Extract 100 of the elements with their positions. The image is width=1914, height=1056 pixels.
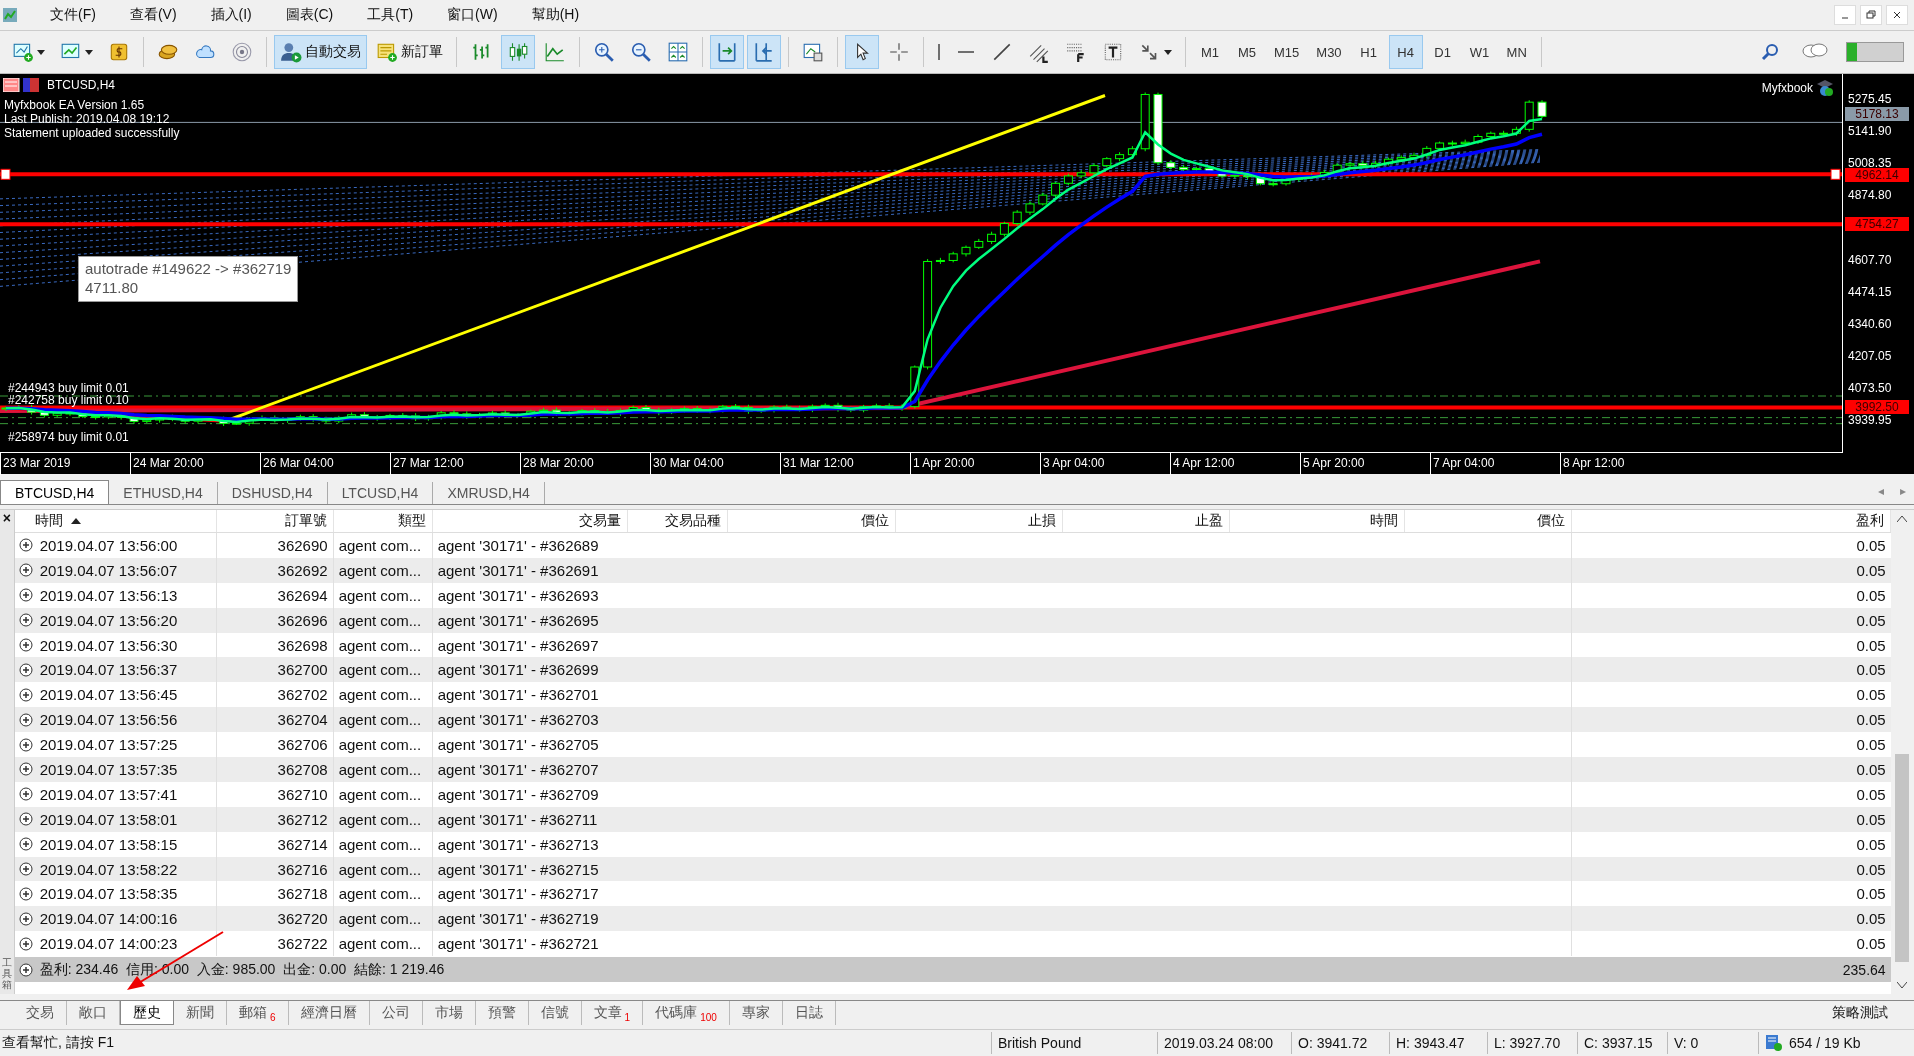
price-level-label: 3992.50 xyxy=(1845,400,1909,415)
network-icon xyxy=(1765,1034,1783,1052)
column-header[interactable]: 時間 xyxy=(1229,510,1405,532)
table-cell: agent com... xyxy=(338,885,422,903)
price-tick-label: 5141.90 xyxy=(1848,124,1892,139)
chart-tab[interactable]: DSHUSD,H4 xyxy=(217,482,328,504)
autoscroll-icon xyxy=(716,41,738,63)
plus-circle-icon[interactable] xyxy=(18,812,33,827)
toolbar-button[interactable]: 自動交易 xyxy=(274,35,367,69)
chart-tab[interactable]: ETHUSD,H4 xyxy=(109,482,218,504)
menu-item[interactable]: 圖表(C) xyxy=(271,6,354,24)
timeframe-button[interactable]: M15 xyxy=(1267,35,1307,69)
table-cell: 2019.04.07 13:58:15 xyxy=(39,835,178,853)
table-cell: 0.05 xyxy=(1856,661,1886,679)
terminal-tab[interactable]: 策略測試 xyxy=(1820,1001,1900,1025)
table-cell: agent '30171' - #362697 xyxy=(437,636,599,654)
terminal-tab[interactable]: 日誌 xyxy=(782,1001,836,1025)
menu-item[interactable]: 工具(T) xyxy=(353,6,434,24)
terminal-tab[interactable]: 預警 xyxy=(475,1001,529,1025)
plus-circle-icon[interactable] xyxy=(18,588,33,603)
column-header[interactable]: 止盈 xyxy=(1062,510,1230,532)
timeframe-button[interactable]: H1 xyxy=(1351,35,1386,69)
scrollbar-thumb[interactable] xyxy=(1895,754,1910,962)
table-cell: 0.05 xyxy=(1856,860,1886,878)
column-header[interactable]: 價位 xyxy=(1404,510,1572,532)
plus-circle-icon[interactable] xyxy=(18,662,33,677)
menu-item[interactable]: 幫助(H) xyxy=(517,6,600,24)
plus-circle-icon[interactable] xyxy=(18,837,33,852)
plus-circle-icon[interactable] xyxy=(18,638,33,652)
terminal-tab[interactable]: 市場 xyxy=(422,1001,476,1025)
plus-circle-icon[interactable] xyxy=(18,787,33,802)
line-handle[interactable] xyxy=(1830,168,1841,180)
plus-circle-icon[interactable] xyxy=(18,936,33,951)
close-icon[interactable] xyxy=(1886,5,1908,25)
plus-circle-icon[interactable] xyxy=(18,762,33,777)
table-cell: 2019.04.07 13:56:37 xyxy=(39,661,178,679)
timeframe-button[interactable]: M1 xyxy=(1193,35,1227,69)
line-handle[interactable] xyxy=(0,168,11,180)
plus-circle-icon[interactable] xyxy=(18,737,33,752)
column-header[interactable]: 盈利 xyxy=(1571,510,1891,532)
timeframe-button[interactable]: D1 xyxy=(1425,35,1460,69)
toolbar-button[interactable] xyxy=(845,35,879,69)
terminal-tab[interactable]: 歷史 xyxy=(120,1001,174,1025)
plus-circle-icon[interactable] xyxy=(18,862,33,876)
column-header[interactable]: 交易品種 xyxy=(627,510,728,532)
timeframe-button[interactable]: W1 xyxy=(1462,35,1497,69)
menu-item[interactable]: 查看(V) xyxy=(115,6,197,24)
table-cell: 2019.04.07 13:58:22 xyxy=(39,860,178,878)
column-header[interactable]: 交易量 xyxy=(432,510,628,532)
menu-item[interactable]: 文件(F) xyxy=(36,6,116,24)
toolbar-button[interactable]: 新訂單 xyxy=(370,35,449,69)
table-cell: agent '30171' - #362703 xyxy=(437,711,599,729)
crosshair-icon xyxy=(888,41,910,63)
app-icon[interactable] xyxy=(2,7,18,23)
plus-circle-icon[interactable] xyxy=(18,563,33,578)
timeframe-button[interactable]: MN xyxy=(1499,35,1534,69)
timeframe-button[interactable]: M30 xyxy=(1309,35,1349,69)
table-cell: 0.05 xyxy=(1856,810,1886,828)
menu-item[interactable]: 窗口(W) xyxy=(433,6,518,24)
menu-item[interactable]: 插入(I) xyxy=(196,6,272,24)
timeframe-button[interactable]: M5 xyxy=(1230,35,1264,69)
horizontal-line-icon xyxy=(956,50,976,54)
terminal-tab[interactable]: 交易 xyxy=(14,1001,67,1025)
restore-icon[interactable] xyxy=(1860,5,1882,25)
price-tick-label: 4073.50 xyxy=(1848,380,1892,395)
column-header[interactable]: 價位 xyxy=(727,510,896,532)
table-cell: agent '30171' - #362707 xyxy=(437,760,599,778)
signal-icon xyxy=(231,41,253,63)
table-cell: 362718 xyxy=(277,885,328,903)
chart-tab[interactable]: LTCUSD,H4 xyxy=(327,482,434,504)
terminal-tab[interactable]: 新聞 xyxy=(174,1001,227,1025)
order-label: #258974 buy limit 0.01 xyxy=(8,431,129,443)
chart-tab[interactable]: BTCUSD,H4 xyxy=(0,480,110,504)
plus-circle-icon[interactable] xyxy=(18,687,33,702)
scroll-down-icon[interactable] xyxy=(1897,982,1908,988)
close-panel-button[interactable]: × xyxy=(2,510,11,526)
plus-circle-icon[interactable] xyxy=(18,886,33,901)
column-header[interactable]: 止損 xyxy=(895,510,1063,532)
plus-circle-icon[interactable] xyxy=(18,538,33,553)
vertical-scrollbar[interactable] xyxy=(1890,510,1914,994)
table-cell: agent com... xyxy=(338,611,422,629)
plus-circle-icon[interactable] xyxy=(18,613,33,628)
plus-circle-icon[interactable] xyxy=(18,962,33,977)
horizontal-price-line[interactable] xyxy=(0,405,1843,410)
table-cell: agent com... xyxy=(338,536,422,554)
plus-circle-icon[interactable] xyxy=(18,911,33,926)
chart-tab[interactable]: XMRUSD,H4 xyxy=(433,482,545,504)
column-header[interactable]: 訂單號 xyxy=(216,510,334,532)
terminal-tab[interactable]: 公司 xyxy=(369,1001,423,1025)
plus-circle-icon[interactable] xyxy=(18,712,33,727)
minimize-icon[interactable] xyxy=(1834,5,1856,25)
column-header[interactable]: 類型 xyxy=(333,510,433,532)
terminal-tab[interactable]: 信號 xyxy=(528,1001,582,1025)
scroll-up-icon[interactable] xyxy=(1897,516,1908,522)
column-header[interactable]: 時間 xyxy=(14,510,217,532)
table-cell: 2019.04.07 13:56:00 xyxy=(39,536,178,554)
terminal-tab[interactable]: 經濟日曆 xyxy=(288,1001,370,1025)
search-icon[interactable] xyxy=(1760,42,1780,62)
terminal-tab[interactable]: 專家 xyxy=(729,1001,783,1025)
timeframe-button[interactable]: H4 xyxy=(1388,35,1423,69)
